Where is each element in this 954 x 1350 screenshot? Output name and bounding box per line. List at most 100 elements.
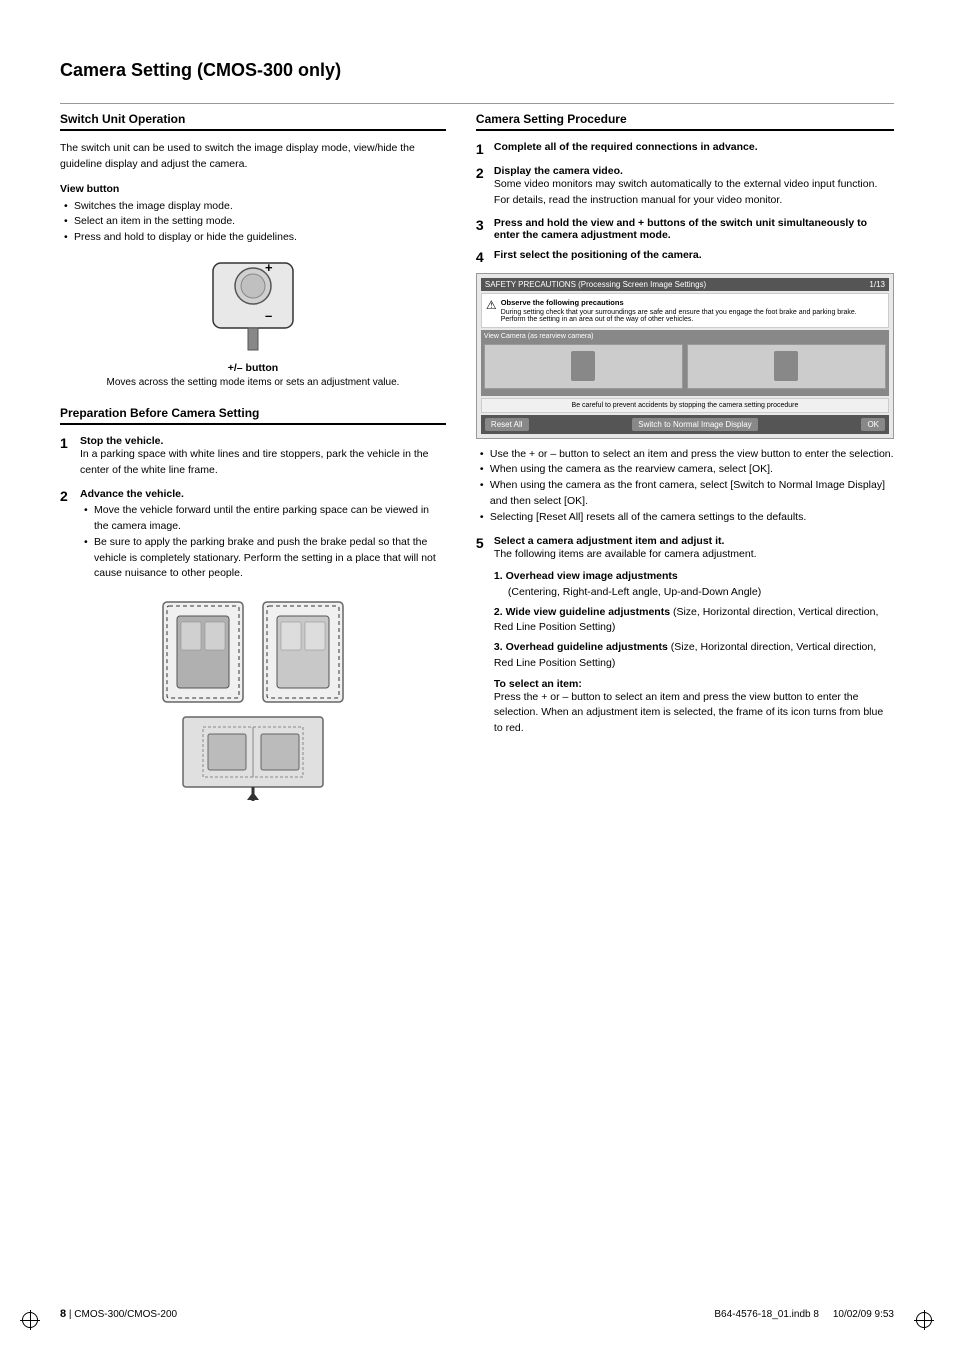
item-num: 1. xyxy=(494,570,506,582)
item-title: Overhead guideline adjustments xyxy=(506,641,671,653)
camera-view-left xyxy=(484,344,683,389)
footer-left: 8 | CMOS-300/CMOS-200 xyxy=(60,1308,177,1320)
screen-warning: ⚠ Observe the following precautions Duri… xyxy=(481,293,889,328)
file-info: B64-4576-18_01.indb 8 xyxy=(714,1309,819,1320)
warning-icon: ⚠ xyxy=(486,298,497,323)
page-number: 8 xyxy=(60,1308,66,1320)
prep-step-1: 1 Stop the vehicle. In a parking space w… xyxy=(60,435,446,479)
page-indicator: 1/13 xyxy=(869,280,885,289)
camera-view-right xyxy=(687,344,886,389)
to-select-desc: Press the + or – button to select an ite… xyxy=(494,690,894,737)
camera-setting-title: Camera Setting Procedure xyxy=(476,112,894,131)
step-title: Advance the vehicle. xyxy=(80,488,184,500)
camera-views xyxy=(484,344,886,389)
step-title: Stop the vehicle. xyxy=(80,435,163,447)
switch-unit-title: Switch Unit Operation xyxy=(60,112,446,131)
item-num: 3. xyxy=(494,641,506,653)
date-info: 10/02/09 9:53 xyxy=(833,1309,894,1320)
list-item: Selecting [Reset All] resets all of the … xyxy=(480,510,894,526)
step-title: Display the camera video. xyxy=(494,165,623,177)
step-number: 1 xyxy=(60,435,74,479)
left-column: Switch Unit Operation The switch unit ca… xyxy=(60,112,446,822)
step-title: Select a camera adjustment item and adju… xyxy=(494,535,725,547)
warning-bullet-2: Perform the setting in an area out of th… xyxy=(501,316,857,323)
step-title: Complete all of the required connections… xyxy=(494,141,758,153)
switch-unit-section: Switch Unit Operation The switch unit ca… xyxy=(60,112,446,390)
reg-mark-bottom-left xyxy=(20,1310,40,1330)
reset-all-button[interactable]: Reset All xyxy=(485,418,529,431)
svg-text:–: – xyxy=(265,308,272,323)
step-title: Press and hold the view and + buttons of… xyxy=(494,217,867,241)
list-item: When using the camera as the rearview ca… xyxy=(480,462,894,478)
list-item: Select an item in the setting mode. xyxy=(64,214,446,230)
title-separator xyxy=(60,103,894,104)
step-num: 2 xyxy=(476,165,488,209)
reg-mark-bottom-right xyxy=(914,1310,934,1330)
step-num: 5 xyxy=(476,535,488,737)
screen-header-text: SAFETY PRECAUTIONS (Processing Screen Im… xyxy=(485,280,706,289)
list-item: Move the vehicle forward until the entir… xyxy=(84,503,446,535)
step-desc: Some video monitors may switch automatic… xyxy=(494,177,894,209)
page-title: Camera Setting (CMOS-300 only) xyxy=(60,60,894,87)
step-num: 1 xyxy=(476,141,488,157)
prep-step-2: 2 Advance the vehicle. Move the vehicle … xyxy=(60,488,446,582)
list-item: Be sure to apply the parking brake and p… xyxy=(84,535,446,582)
svg-text:+: + xyxy=(265,260,273,275)
list-item: Use the + or – button to select an item … xyxy=(480,447,894,463)
step-title: First select the positioning of the came… xyxy=(494,249,702,261)
step-desc: In a parking space with white lines and … xyxy=(80,447,446,479)
warning-text: Observe the following precautions xyxy=(501,298,624,307)
preparation-title: Preparation Before Camera Setting xyxy=(60,406,446,425)
button-desc: Moves across the setting mode items or s… xyxy=(107,376,400,390)
screen-header: SAFETY PRECAUTIONS (Processing Screen Im… xyxy=(481,278,889,291)
camera-inner-left xyxy=(571,351,595,381)
page: Camera Setting (CMOS-300 only) Switch Un… xyxy=(0,0,954,1350)
parking-svg xyxy=(153,592,353,812)
screen-view-area: View Camera (as rearview camera) xyxy=(481,330,889,396)
switch-unit-intro: The switch unit can be used to switch th… xyxy=(60,141,446,173)
switch-normal-button[interactable]: Switch to Normal Image Display xyxy=(632,418,757,431)
right-column: Camera Setting Procedure 1 Complete all … xyxy=(476,112,894,822)
ok-button[interactable]: OK xyxy=(861,418,885,431)
adj-item-1: 1. Overhead view image adjustments (Cent… xyxy=(494,569,894,601)
view-button-heading: View button xyxy=(60,183,446,195)
item-detail: (Centering, Right-and-Left angle, Up-and… xyxy=(508,586,761,598)
screen-instructions: Use the + or – button to select an item … xyxy=(476,447,894,526)
item-title: Wide view guideline adjustments xyxy=(506,606,673,618)
parking-diagram xyxy=(60,592,446,812)
main-columns: Switch Unit Operation The switch unit ca… xyxy=(60,112,894,822)
footer-right: B64-4576-18_01.indb 8 10/02/09 9:53 xyxy=(714,1309,894,1320)
camera-step-4: 4 First select the positioning of the ca… xyxy=(476,249,894,265)
step-bullets: Move the vehicle forward until the entir… xyxy=(80,503,446,582)
view-label: View Camera (as rearview camera) xyxy=(484,333,886,340)
list-item: Switches the image display mode. xyxy=(64,199,446,215)
camera-screen-mockup: SAFETY PRECAUTIONS (Processing Screen Im… xyxy=(476,273,894,439)
footer-model: CMOS-300/CMOS-200 xyxy=(74,1309,177,1320)
camera-step-3: 3 Press and hold the view and + buttons … xyxy=(476,217,894,241)
list-item: When using the camera as the front camer… xyxy=(480,478,894,510)
adj-item-3: 3. Overhead guideline adjustments (Size,… xyxy=(494,640,894,672)
button-label: +/– button xyxy=(228,362,278,374)
adjustment-items: 1. Overhead view image adjustments (Cent… xyxy=(494,569,894,672)
camera-step-2: 2 Display the camera video. Some video m… xyxy=(476,165,894,209)
switch-svg: + – xyxy=(193,258,313,358)
list-item: Press and hold to display or hide the gu… xyxy=(64,230,446,246)
step-number: 2 xyxy=(60,488,74,582)
screen-buttons: Reset All Switch to Normal Image Display… xyxy=(481,415,889,434)
item-num: 2. xyxy=(494,606,506,618)
to-select-heading: To select an item: xyxy=(494,678,582,690)
page-footer: 8 | CMOS-300/CMOS-200 B64-4576-18_01.ind… xyxy=(60,1308,894,1320)
screen-bottom-text: Be careful to prevent accidents by stopp… xyxy=(481,398,889,413)
step-num: 3 xyxy=(476,217,488,241)
switch-diagram: + – +/– button Moves across the setting … xyxy=(60,258,446,390)
step-desc: The following items are available for ca… xyxy=(494,547,894,563)
camera-step-5: 5 Select a camera adjustment item and ad… xyxy=(476,535,894,737)
step-num: 4 xyxy=(476,249,488,265)
camera-inner-right xyxy=(774,351,798,381)
footer-separator: | xyxy=(69,1309,72,1320)
item-title: Overhead view image adjustments xyxy=(506,570,678,582)
warning-bullet-1: During setting check that your surroundi… xyxy=(501,309,857,316)
adj-item-2: 2. Wide view guideline adjustments (Size… xyxy=(494,605,894,637)
to-select-section: To select an item: Press the + or – butt… xyxy=(494,678,894,737)
preparation-section: Preparation Before Camera Setting 1 Stop… xyxy=(60,406,446,812)
